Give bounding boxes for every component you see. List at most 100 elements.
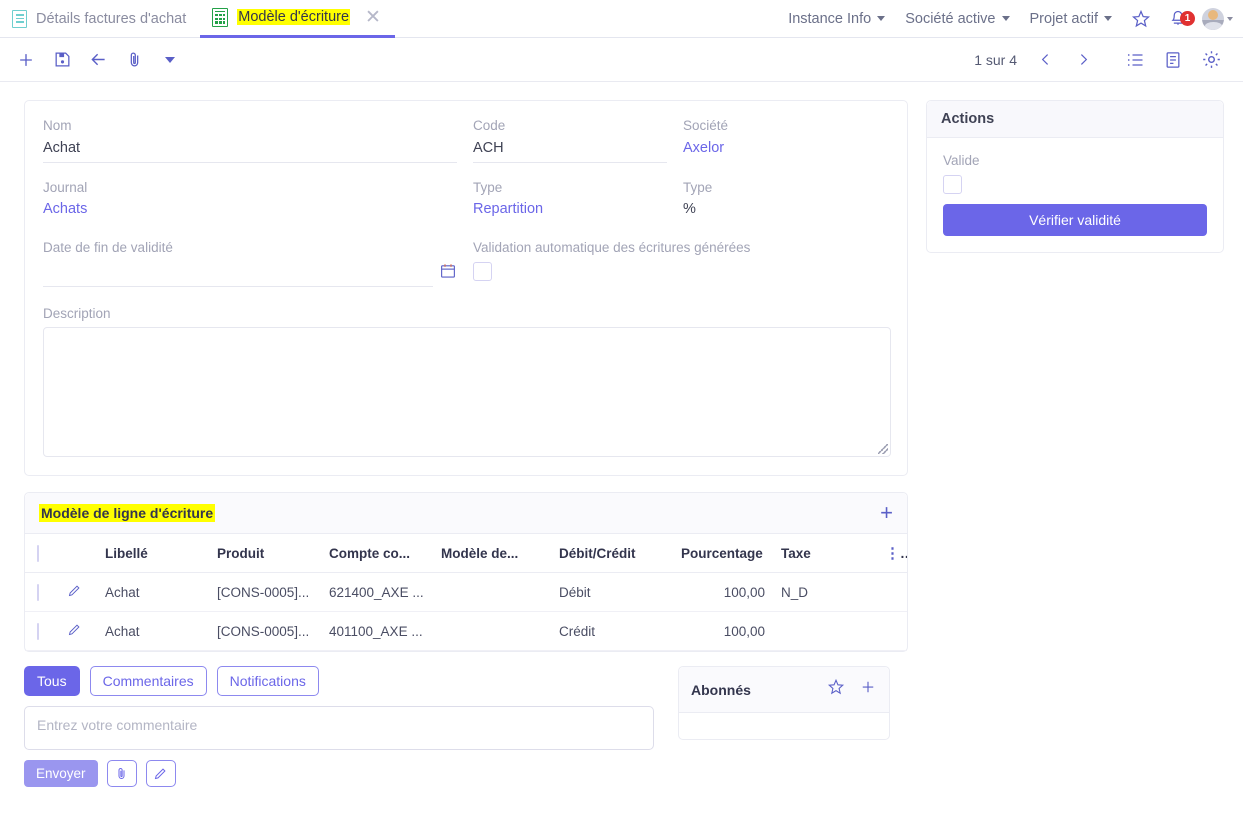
table-row[interactable]: Achat [CONS-0005]... 401100_AXE ... Créd…: [25, 611, 907, 652]
menu-label: Société active: [905, 10, 996, 27]
field-journal: Journal Achats: [43, 179, 473, 224]
row-select-cell: [25, 611, 59, 652]
verifier-validite-button[interactable]: Vérifier validité: [943, 203, 1207, 236]
row-checkbox[interactable]: [37, 622, 39, 640]
new-record-button[interactable]: [8, 42, 44, 78]
main-column: Nom Achat Code ACH Société Axelor Journa…: [24, 100, 908, 653]
close-icon[interactable]: ✕: [365, 8, 381, 27]
add-line-button[interactable]: +: [880, 502, 893, 524]
edit-comment-button[interactable]: [145, 760, 176, 788]
field-label: Code: [473, 118, 506, 133]
column-header-pourcentage[interactable]: Pourcentage: [673, 534, 773, 574]
menu-label: Projet actif: [1029, 10, 1099, 27]
gear-icon[interactable]: [1193, 42, 1229, 78]
document-icon: [12, 9, 27, 28]
attach-button[interactable]: [116, 42, 152, 78]
user-menu[interactable]: [1196, 7, 1233, 30]
kebab-menu-icon[interactable]: ⋮: [885, 545, 907, 562]
field-label: Validation automatique des écritures gén…: [473, 240, 751, 256]
previous-record-button[interactable]: [1027, 42, 1063, 78]
record-pager: 1 sur 4: [974, 51, 1017, 68]
toolbar-more-button[interactable]: [152, 42, 188, 78]
select-all-checkbox[interactable]: [37, 544, 39, 562]
form-grid: Nom Achat Code ACH Société Axelor Journa…: [43, 117, 891, 458]
comments-column: Tous Commentaires Notifications Entrez v…: [24, 666, 654, 788]
column-header-taxe[interactable]: Taxe: [773, 534, 877, 574]
field-label: Description: [43, 305, 111, 321]
menu-societe-active[interactable]: Société active: [895, 11, 1019, 27]
menu-projet-actif[interactable]: Projet actif: [1020, 11, 1123, 27]
field-societe: Société Axelor: [683, 117, 883, 163]
column-header-debit-credit[interactable]: Débit/Crédit: [551, 534, 673, 574]
code-input[interactable]: ACH: [473, 140, 667, 163]
cell-options: [877, 611, 907, 652]
column-header-modele[interactable]: Modèle de...: [433, 534, 551, 574]
column-header-libelle[interactable]: Libellé: [97, 534, 209, 574]
chip-notifications[interactable]: Notifications: [216, 666, 319, 697]
cell-options: [877, 572, 907, 613]
valide-checkbox[interactable]: [943, 174, 962, 194]
star-icon[interactable]: [827, 678, 845, 701]
validation-auto-checkbox[interactable]: [473, 261, 492, 281]
chevron-down-icon: [165, 56, 175, 63]
date-input-row[interactable]: [43, 262, 457, 287]
chip-tous[interactable]: Tous: [24, 666, 80, 697]
record-form-card: Nom Achat Code ACH Société Axelor Journa…: [24, 100, 908, 477]
comments-section: Tous Commentaires Notifications Entrez v…: [0, 652, 1243, 788]
column-header-compte[interactable]: Compte co...: [321, 534, 433, 574]
table-header-row: Libellé Produit Compte co... Modèle de..…: [25, 534, 907, 574]
comment-filter-chips: Tous Commentaires Notifications: [24, 666, 654, 697]
journal-value[interactable]: Achats: [43, 201, 457, 223]
cell-modele: [433, 611, 551, 652]
comment-input[interactable]: Entrez votre commentaire: [24, 706, 654, 751]
list-view-button[interactable]: [1117, 42, 1153, 78]
resize-handle-icon[interactable]: [878, 444, 888, 455]
attach-comment-button[interactable]: [106, 760, 137, 788]
actions-panel-body: Valide Vérifier validité: [927, 138, 1223, 252]
chip-commentaires[interactable]: Commentaires: [89, 666, 207, 697]
row-edit-cell[interactable]: [59, 611, 97, 652]
nom-input[interactable]: Achat: [43, 140, 457, 163]
cell-pourcentage: 100,00: [673, 611, 773, 652]
cell-produit: [CONS-0005]...: [209, 572, 321, 613]
table-row[interactable]: Achat [CONS-0005]... 621400_AXE ... Débi…: [25, 572, 907, 613]
societe-value[interactable]: Axelor: [683, 140, 867, 162]
menu-instance-info[interactable]: Instance Info: [778, 11, 895, 27]
avatar: [1202, 7, 1224, 30]
save-button[interactable]: [44, 42, 80, 78]
grid-title: Modèle de ligne d'écriture: [39, 504, 216, 523]
calendar-icon[interactable]: [439, 262, 457, 285]
field-label: Société: [683, 118, 729, 133]
description-textarea[interactable]: [43, 327, 891, 458]
row-edit-cell[interactable]: [59, 572, 97, 613]
field-date-fin-validite: Date de fin de validité: [43, 239, 473, 287]
cell-modele: [433, 572, 551, 613]
row-checkbox[interactable]: [37, 583, 39, 601]
add-subscriber-button[interactable]: [859, 678, 877, 701]
send-comment-button[interactable]: Envoyer: [24, 760, 98, 788]
row-select-cell: [25, 572, 59, 613]
tab-modele-ecriture[interactable]: Modèle d'écriture ✕: [200, 0, 395, 38]
tab-details-factures-achat[interactable]: Détails factures d'achat: [0, 0, 200, 38]
subscribers-title: Abonnés: [691, 681, 751, 698]
type-repartition-value[interactable]: Repartition: [473, 201, 667, 223]
valide-label: Valide: [943, 153, 980, 168]
date-fin-input[interactable]: [43, 262, 433, 287]
select-all-header: [25, 534, 59, 574]
cell-libelle: Achat: [97, 611, 209, 652]
tab-bar: Détails factures d'achat Modèle d'écritu…: [0, 0, 1243, 38]
star-icon[interactable]: [1122, 9, 1160, 29]
next-record-button[interactable]: [1065, 42, 1101, 78]
grid-header: Modèle de ligne d'écriture +: [25, 493, 907, 535]
type-pourcentage-value[interactable]: %: [683, 201, 867, 223]
form-view-button[interactable]: [1155, 42, 1191, 78]
top-right-menus: Instance Info Société active Projet acti…: [778, 0, 1243, 38]
column-header-produit[interactable]: Produit: [209, 534, 321, 574]
tab-label: Détails factures d'achat: [36, 10, 187, 27]
actions-panel: Actions Valide Vérifier validité: [926, 100, 1224, 253]
notification-badge: 1: [1180, 10, 1195, 26]
notifications-bell[interactable]: 1: [1160, 9, 1196, 29]
field-nom: Nom Achat: [43, 117, 473, 163]
back-button[interactable]: [80, 42, 116, 78]
cell-debit-credit: Crédit: [551, 611, 673, 652]
